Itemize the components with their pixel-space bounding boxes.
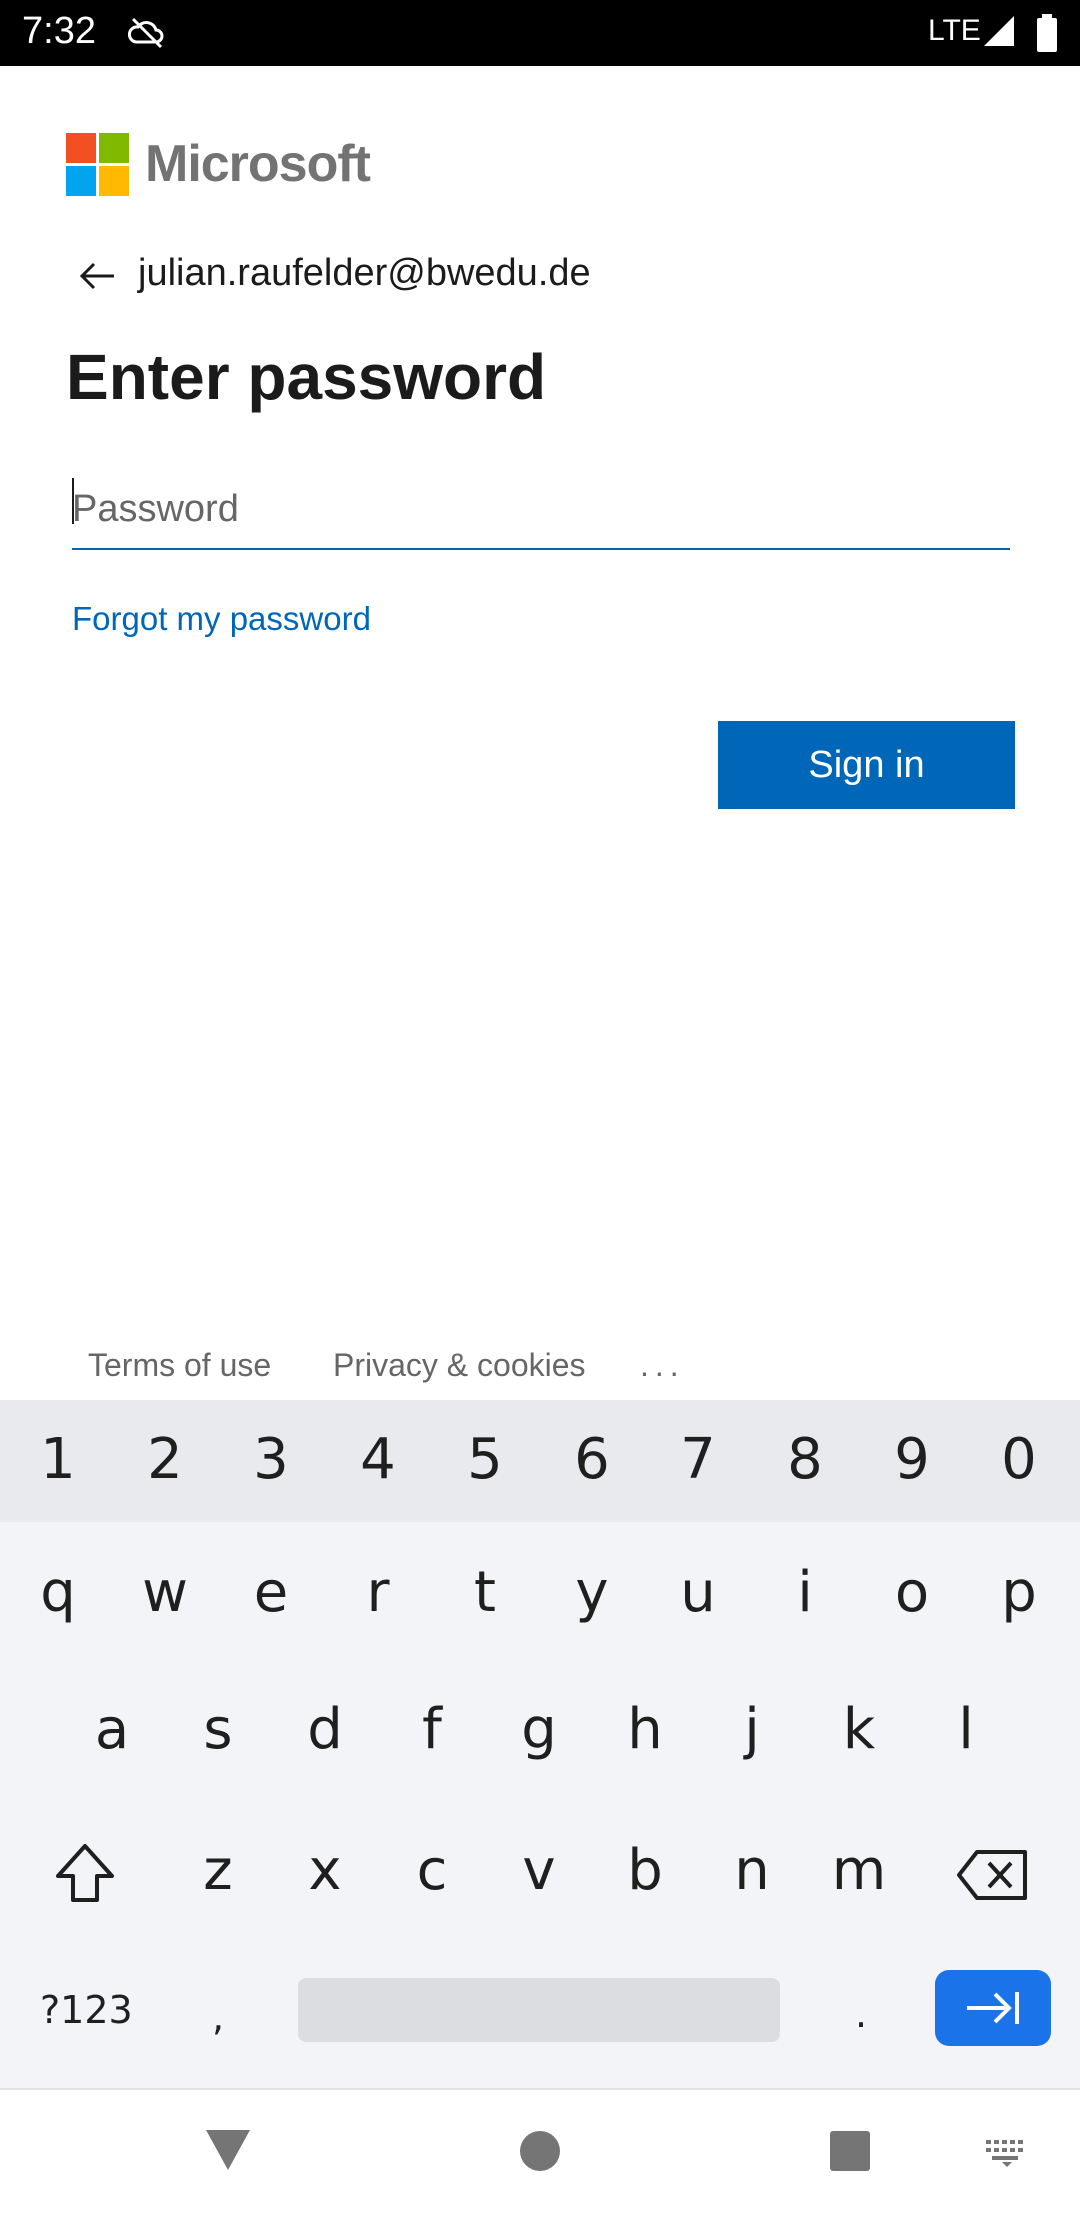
battery-icon bbox=[1037, 14, 1057, 52]
back-nav-icon[interactable] bbox=[204, 2128, 252, 2172]
onscreen-keyboard: 1 2 3 4 5 6 7 8 9 0 q w e r t y u i o p … bbox=[0, 1400, 1080, 2088]
key-x[interactable]: x bbox=[272, 1811, 378, 1931]
key-r[interactable]: r bbox=[325, 1533, 431, 1653]
key-j[interactable]: j bbox=[699, 1670, 805, 1790]
key-5[interactable]: 5 bbox=[432, 1400, 538, 1520]
key-z[interactable]: z bbox=[165, 1811, 271, 1931]
key-2[interactable]: 2 bbox=[112, 1400, 218, 1520]
key-a[interactable]: a bbox=[59, 1670, 165, 1790]
text-cursor bbox=[72, 478, 74, 524]
key-p[interactable]: p bbox=[966, 1533, 1072, 1653]
key-1[interactable]: 1 bbox=[5, 1400, 111, 1520]
backspace-icon[interactable] bbox=[955, 1848, 1031, 1902]
symbols-key[interactable]: ?123 bbox=[40, 1988, 133, 2032]
terms-link[interactable]: Terms of use bbox=[88, 1347, 271, 1384]
key-g[interactable]: g bbox=[486, 1670, 592, 1790]
key-comma[interactable]: , bbox=[212, 1995, 224, 2039]
key-u[interactable]: u bbox=[645, 1533, 751, 1653]
navigation-bar bbox=[0, 2088, 1080, 2222]
key-l[interactable]: l bbox=[913, 1670, 1019, 1790]
key-n[interactable]: n bbox=[699, 1811, 805, 1931]
cloud-off-icon bbox=[128, 17, 164, 49]
key-t[interactable]: t bbox=[432, 1533, 538, 1653]
key-e[interactable]: e bbox=[218, 1533, 324, 1653]
key-b[interactable]: b bbox=[592, 1811, 698, 1931]
network-type: LTE bbox=[928, 14, 981, 47]
microsoft-logo-icon bbox=[66, 133, 130, 197]
more-options-button[interactable]: ... bbox=[640, 1347, 685, 1384]
key-m[interactable]: m bbox=[806, 1811, 912, 1931]
key-f[interactable]: f bbox=[379, 1670, 485, 1790]
recents-nav-icon[interactable] bbox=[829, 2130, 871, 2172]
key-3[interactable]: 3 bbox=[218, 1400, 324, 1520]
key-9[interactable]: 9 bbox=[859, 1400, 965, 1520]
tab-next-icon bbox=[967, 1992, 1019, 2024]
brand-name: Microsoft bbox=[145, 135, 371, 193]
password-input[interactable] bbox=[72, 470, 1010, 550]
key-period[interactable]: . bbox=[855, 1992, 867, 2036]
key-8[interactable]: 8 bbox=[752, 1400, 858, 1520]
key-o[interactable]: o bbox=[859, 1533, 965, 1653]
account-email: julian.raufelder@bwedu.de bbox=[138, 252, 591, 294]
status-time: 7:32 bbox=[22, 10, 96, 52]
privacy-link[interactable]: Privacy & cookies bbox=[333, 1347, 586, 1384]
key-y[interactable]: y bbox=[539, 1533, 645, 1653]
page-title: Enter password bbox=[66, 341, 547, 413]
back-arrow-icon[interactable] bbox=[78, 256, 118, 296]
key-k[interactable]: k bbox=[806, 1670, 912, 1790]
space-key[interactable] bbox=[298, 1978, 780, 2042]
sign-in-button[interactable]: Sign in bbox=[718, 721, 1015, 809]
key-v[interactable]: v bbox=[486, 1811, 592, 1931]
keyboard-number-row: 1 2 3 4 5 6 7 8 9 0 bbox=[0, 1400, 1080, 1522]
key-i[interactable]: i bbox=[752, 1533, 858, 1653]
key-6[interactable]: 6 bbox=[539, 1400, 645, 1520]
key-h[interactable]: h bbox=[592, 1670, 698, 1790]
key-q[interactable]: q bbox=[5, 1533, 111, 1653]
key-4[interactable]: 4 bbox=[325, 1400, 431, 1520]
home-nav-icon[interactable] bbox=[519, 2130, 561, 2172]
shift-icon[interactable] bbox=[52, 1840, 118, 1906]
key-s[interactable]: s bbox=[165, 1670, 271, 1790]
key-w[interactable]: w bbox=[112, 1533, 218, 1653]
status-bar: 7:32 LTE bbox=[0, 0, 1080, 66]
keyboard-switch-icon[interactable] bbox=[984, 2138, 1030, 2168]
enter-key[interactable] bbox=[935, 1970, 1051, 2046]
key-c[interactable]: c bbox=[379, 1811, 485, 1931]
key-0[interactable]: 0 bbox=[966, 1400, 1072, 1520]
forgot-password-link[interactable]: Forgot my password bbox=[72, 600, 371, 638]
key-7[interactable]: 7 bbox=[645, 1400, 751, 1520]
signal-icon bbox=[984, 16, 1014, 46]
key-d[interactable]: d bbox=[272, 1670, 378, 1790]
